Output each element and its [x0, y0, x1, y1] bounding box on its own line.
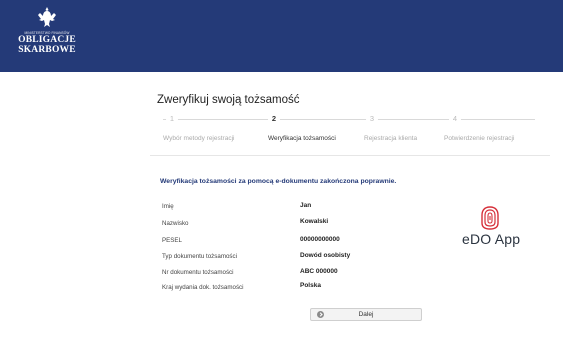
step-4-number: 4	[449, 113, 461, 125]
step-3-number: 3	[366, 113, 378, 125]
issuing-country-value: Polska	[300, 282, 321, 289]
document-number-value: ABC 000000	[300, 268, 338, 275]
stepper-line	[163, 119, 535, 120]
edo-app-name: eDO App	[462, 231, 521, 247]
step-1-label: Wybór metody rejestracji	[163, 135, 235, 142]
eagle-emblem-icon	[38, 7, 56, 27]
issuing-country-label: Kraj wydania dok. tożsamości	[162, 284, 244, 291]
document-number-label: Nr dokumentu tożsamości	[162, 269, 234, 276]
first-name-label: Imię	[162, 203, 174, 210]
section-divider	[150, 155, 550, 156]
edo-app-logo: eDO App	[462, 205, 521, 247]
pesel-label: PESEL	[162, 237, 182, 244]
next-button-label: Dalej	[358, 311, 374, 318]
top-header: MINISTERSTWO FINANSÓW OBLIGACJE SKARBOWE	[0, 0, 563, 72]
step-4-label: Potwierdzenie rejestracji	[444, 135, 515, 142]
first-name-value: Jan	[300, 202, 312, 209]
last-name-label: Nazwisko	[162, 220, 189, 227]
step-1-number: 1	[166, 113, 178, 125]
ministry-label: MINISTERSTWO FINANSÓW	[24, 31, 70, 35]
step-2-number: 2	[268, 113, 280, 125]
page-title: Zweryfikuj swoją tożsamość	[157, 94, 300, 106]
document-type-value: Dowód osobisty	[300, 252, 351, 259]
brand-line-2: SKARBOWE	[18, 45, 76, 55]
step-3-label: Rejestracja klienta	[364, 135, 418, 142]
last-name-value: Kowalski	[300, 218, 329, 225]
document-type-label: Typ dokumentu tożsamości	[162, 253, 237, 260]
main-content: Zweryfikuj swoją tożsamość 1 2 3 4 Wybór…	[0, 72, 563, 348]
fingerprint-icon	[481, 206, 499, 230]
verification-success-message: Weryfikacja tożsamości za pomocą e-dokum…	[160, 178, 397, 185]
obligacje-skarbowe-logo[interactable]: MINISTERSTWO FINANSÓW OBLIGACJE SKARBOWE	[14, 5, 80, 55]
step-2-label: Weryfikacja tożsamości	[268, 135, 336, 142]
next-button[interactable]: Dalej	[310, 308, 422, 321]
brand-line-1: OBLIGACJE	[18, 35, 76, 45]
pesel-value: 00000000000	[300, 236, 340, 243]
